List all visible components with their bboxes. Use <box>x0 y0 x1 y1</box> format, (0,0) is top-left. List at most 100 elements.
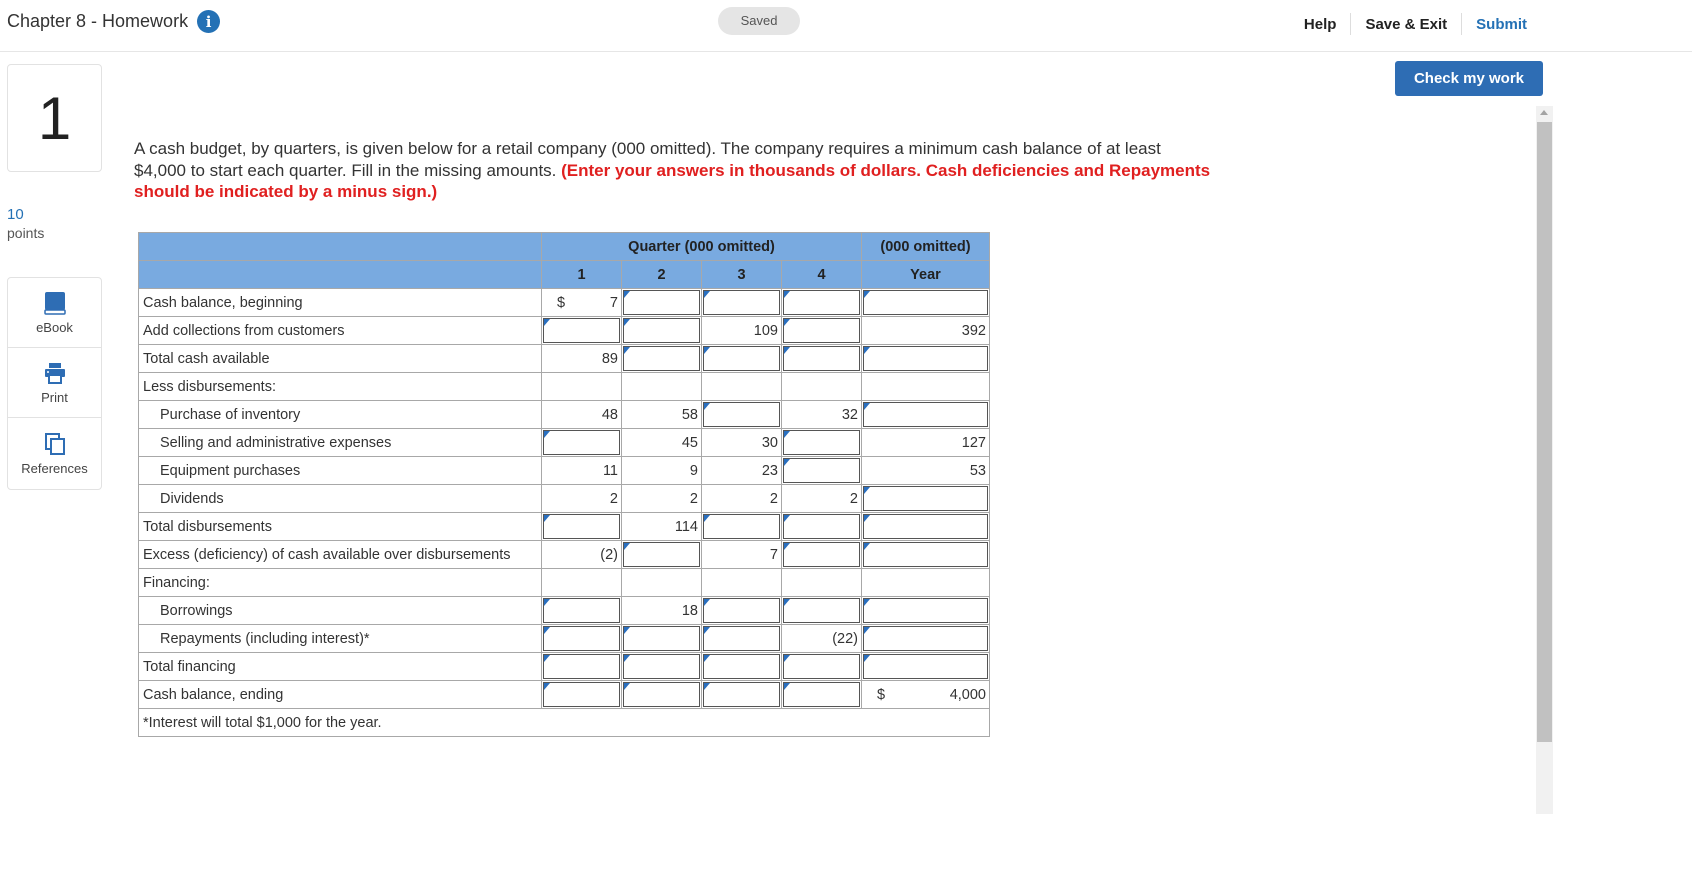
cell-value: 7 <box>769 546 778 563</box>
answer-input-q2[interactable] <box>623 654 700 679</box>
cell-value: 18 <box>681 602 698 619</box>
copy-icon <box>44 431 66 457</box>
cell-q1 <box>541 316 622 345</box>
answer-input-q2[interactable] <box>623 542 700 567</box>
answer-input-year[interactable] <box>863 402 988 427</box>
answer-input-q4[interactable] <box>783 682 860 707</box>
answer-input-q4[interactable] <box>783 318 860 343</box>
answer-input-q1[interactable] <box>543 654 620 679</box>
cell-q2 <box>621 540 702 569</box>
answer-input-q2[interactable] <box>623 346 700 371</box>
answer-input-q3[interactable] <box>703 682 780 707</box>
answer-input-q2[interactable] <box>623 626 700 651</box>
cell-year <box>861 484 990 513</box>
answer-input-q4[interactable] <box>783 542 860 567</box>
row-label: Equipment purchases <box>138 456 542 485</box>
answer-input-year[interactable] <box>863 486 988 511</box>
cell-q3 <box>701 372 782 401</box>
cell-q4: 32 <box>781 400 862 429</box>
cell-q1 <box>541 512 622 541</box>
answer-input-q3[interactable] <box>703 290 780 315</box>
answer-input-year[interactable] <box>863 346 988 371</box>
cell-value: 392 <box>961 322 986 339</box>
answer-input-q1[interactable] <box>543 430 620 455</box>
cell-value: 58 <box>681 406 698 423</box>
table-row: Selling and administrative expenses 45 30 1… <box>138 428 990 457</box>
print-button[interactable]: Print <box>8 348 101 418</box>
answer-input-q4[interactable] <box>783 290 860 315</box>
answer-input-year[interactable] <box>863 598 988 623</box>
help-link[interactable]: Help <box>1290 16 1351 33</box>
row-label: Excess (deficiency) of cash available ov… <box>138 540 542 569</box>
dollar-sign: $ <box>557 295 566 311</box>
cell-q3 <box>701 568 782 597</box>
answer-input-q2[interactable] <box>623 290 700 315</box>
answer-input-q4[interactable] <box>783 514 860 539</box>
question-number: 1 <box>7 64 102 172</box>
cell-q4 <box>781 680 862 709</box>
scroll-up-arrow-icon[interactable] <box>1540 110 1548 115</box>
cell-q4 <box>781 372 862 401</box>
cell-q2 <box>621 680 702 709</box>
answer-input-q4[interactable] <box>783 430 860 455</box>
cell-q3: 109 <box>701 316 782 345</box>
answer-input-q1[interactable] <box>543 626 620 651</box>
check-my-work-button[interactable]: Check my work <box>1395 61 1543 96</box>
cell-year <box>861 400 990 429</box>
cell-year <box>861 344 990 373</box>
answer-input-q3[interactable] <box>703 514 780 539</box>
answer-input-q1[interactable] <box>543 318 620 343</box>
cell-year: 53 <box>861 456 990 485</box>
answer-input-q4[interactable] <box>783 598 860 623</box>
cell-q3: 23 <box>701 456 782 485</box>
cell-q2 <box>621 568 702 597</box>
answer-input-q4[interactable] <box>783 654 860 679</box>
answer-input-q4[interactable] <box>783 458 860 483</box>
answer-input-q1[interactable] <box>543 514 620 539</box>
answer-input-q3[interactable] <box>703 598 780 623</box>
cell-q2 <box>621 652 702 681</box>
cell-q1 <box>541 624 622 653</box>
cell-q4 <box>781 456 862 485</box>
cell-year <box>861 512 990 541</box>
answer-input-year[interactable] <box>863 514 988 539</box>
points-value: 10 <box>7 206 24 223</box>
cell-q1: (2) <box>541 540 622 569</box>
answer-input-year[interactable] <box>863 626 988 651</box>
table-row: Purchase of inventory 48 58 32 <box>138 400 990 429</box>
answer-input-q2[interactable] <box>623 318 700 343</box>
row-label: Total disbursements <box>138 512 542 541</box>
cell-value: 2 <box>769 490 778 507</box>
answer-input-q2[interactable] <box>623 682 700 707</box>
cell-q3 <box>701 344 782 373</box>
answer-input-year[interactable] <box>863 542 988 567</box>
references-button[interactable]: References <box>8 418 101 488</box>
ebook-label: eBook <box>36 320 73 335</box>
save-exit-link[interactable]: Save & Exit <box>1351 16 1461 33</box>
table-row: Repayments (including interest)* (22) <box>138 624 990 653</box>
cell-q1: 11 <box>541 456 622 485</box>
cell-q1 <box>541 428 622 457</box>
col-header-q1: 1 <box>541 260 622 289</box>
answer-input-year[interactable] <box>863 290 988 315</box>
header-blank <box>138 232 542 261</box>
answer-input-q4[interactable] <box>783 346 860 371</box>
info-icon[interactable]: i <box>197 10 221 33</box>
answer-input-year[interactable] <box>863 654 988 679</box>
scrollbar-thumb[interactable] <box>1537 122 1552 742</box>
cell-q2 <box>621 316 702 345</box>
answer-input-q3[interactable] <box>703 626 780 651</box>
answer-input-q3[interactable] <box>703 402 780 427</box>
cell-q1 <box>541 596 622 625</box>
answer-input-q3[interactable] <box>703 654 780 679</box>
ebook-button[interactable]: eBook <box>8 278 101 348</box>
answer-input-q1[interactable] <box>543 598 620 623</box>
answer-input-q1[interactable] <box>543 682 620 707</box>
cell-q2: 18 <box>621 596 702 625</box>
footnote-row: *Interest will total $1,000 for the year… <box>138 708 990 737</box>
top-bar: Chapter 8 - Homework i Saved Help Save &… <box>0 0 1692 52</box>
submit-link[interactable]: Submit <box>1462 16 1541 33</box>
points-info: 10 points <box>7 205 44 243</box>
answer-input-q3[interactable] <box>703 346 780 371</box>
cell-q2: 45 <box>621 428 702 457</box>
